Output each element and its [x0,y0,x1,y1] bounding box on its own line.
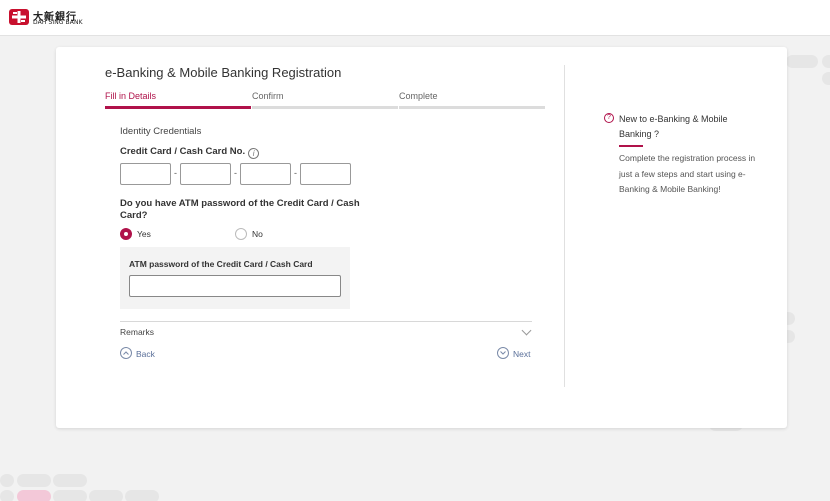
step-confirm: Confirm [252,91,398,109]
divider [120,321,532,322]
decor-pill [822,55,830,68]
atm-question: Do you have ATM password of the Credit C… [120,198,360,221]
decor-pill [125,490,159,501]
next-button[interactable]: Next [497,347,533,361]
radio-unchecked-icon [235,228,247,240]
question-icon: ? [604,113,614,123]
decor-pill [0,474,14,487]
atm-password-panel: ATM password of the Credit Card / Cash C… [120,247,350,309]
step-fill-in-details: Fill in Details [105,91,251,109]
separator: - [234,168,237,178]
atm-password-input[interactable] [129,275,341,297]
radio-yes-label: Yes [137,229,151,239]
step-bar [399,106,545,109]
back-label: Back [136,349,155,359]
card-number-label: Credit Card / Cash Card No. i [120,146,260,159]
decor-pill [822,72,830,85]
step-bar [105,106,251,109]
bank-logo-icon [9,9,29,25]
card-number-segment-4[interactable] [300,163,351,185]
separator: - [174,168,177,178]
decor-pill [17,490,51,501]
radio-no-label: No [252,229,263,239]
chevron-down-circle-icon [497,347,509,359]
sidebar-accent-bar [619,145,643,147]
decor-pill [786,55,818,68]
separator: - [294,168,297,178]
sidebar-title: New to e-Banking & Mobile Banking ? [619,114,728,139]
back-button[interactable]: Back [120,347,160,361]
info-icon[interactable]: i [248,148,260,159]
registration-card: e-Banking & Mobile Banking Registration … [56,47,787,428]
bank-logo[interactable]: 大新銀行 DAH SING BANK [9,8,99,28]
page-title: e-Banking & Mobile Banking Registration [105,65,342,80]
next-label: Next [513,349,531,359]
step-label: Fill in Details [105,91,157,101]
bank-name-en: DAH SING BANK [33,19,83,26]
decor-pill [53,474,87,487]
sidebar-text: Complete the registration process in jus… [619,153,756,194]
vertical-divider [564,65,565,387]
chevron-up-circle-icon [120,347,132,359]
step-complete: Complete [399,91,545,109]
card-number-segment-1[interactable] [120,163,171,185]
decor-pill [89,490,123,501]
card-number-label-text: Credit Card / Cash Card No. [120,146,246,157]
card-number-segment-2[interactable] [180,163,231,185]
card-number-segment-3[interactable] [240,163,291,185]
decor-pill [53,490,87,501]
decor-pill [0,490,14,501]
step-label: Confirm [252,91,284,101]
step-label: Complete [399,91,438,101]
chevron-down-icon[interactable] [521,325,532,336]
atm-password-label: ATM password of the Credit Card / Cash C… [129,259,313,269]
radio-checked-icon [120,228,132,240]
section-title: Identity Credentials [120,126,202,137]
remarks-toggle[interactable]: Remarks [120,327,154,337]
decor-pill [17,474,51,487]
top-bar: 大新銀行 DAH SING BANK [0,0,830,36]
step-bar [252,106,398,109]
